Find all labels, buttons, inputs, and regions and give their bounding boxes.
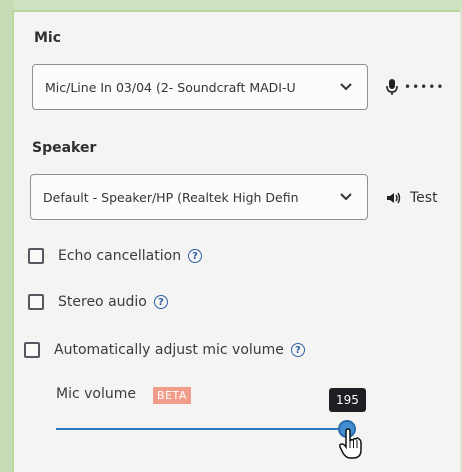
mic-level-meter: ••••• (386, 78, 444, 96)
mic-volume-tooltip: 195 (329, 388, 366, 412)
echo-cancellation-checkbox[interactable] (28, 248, 44, 264)
mic-device-select[interactable]: Mic/Line In 03/04 (2- Soundcraft MADI-U (32, 64, 368, 110)
speaker-device-select[interactable]: Default - Speaker/HP (Realtek High Defin (30, 174, 368, 220)
mic-volume-slider-track[interactable] (56, 428, 346, 430)
help-circle-icon[interactable]: ? (188, 249, 203, 263)
speaker-label: Speaker (32, 140, 97, 156)
auto-adjust-mic-checkbox[interactable] (24, 342, 40, 358)
chevron-down-icon (335, 76, 357, 98)
mic-volume-label: Mic volume (56, 386, 136, 402)
speaker-icon (386, 191, 402, 205)
screen-border-top (0, 0, 462, 10)
mic-level-dots: ••••• (404, 80, 445, 94)
help-circle-icon[interactable]: ? (290, 343, 305, 357)
speaker-device-value: Default - Speaker/HP (Realtek High Defin (43, 189, 299, 205)
auto-adjust-mic-option[interactable]: Automatically adjust mic volume ? (24, 342, 305, 358)
chevron-down-icon (335, 186, 357, 208)
test-label: Test (410, 190, 438, 206)
mic-device-value: Mic/Line In 03/04 (2- Soundcraft MADI-U (45, 79, 296, 95)
echo-cancellation-label: Echo cancellation (58, 248, 182, 264)
stereo-audio-checkbox[interactable] (28, 294, 44, 310)
help-circle-icon[interactable]: ? (153, 295, 168, 309)
microphone-icon (386, 78, 398, 96)
beta-badge: BETA (153, 387, 191, 404)
mic-label: Mic (34, 30, 62, 46)
speaker-test-button[interactable]: Test (386, 190, 438, 206)
echo-cancellation-option[interactable]: Echo cancellation ? (28, 248, 203, 264)
hand-pointer-icon (338, 428, 364, 464)
stereo-audio-option[interactable]: Stereo audio ? (28, 294, 168, 310)
auto-adjust-mic-label: Automatically adjust mic volume (54, 342, 284, 358)
stereo-audio-label: Stereo audio (58, 294, 147, 310)
